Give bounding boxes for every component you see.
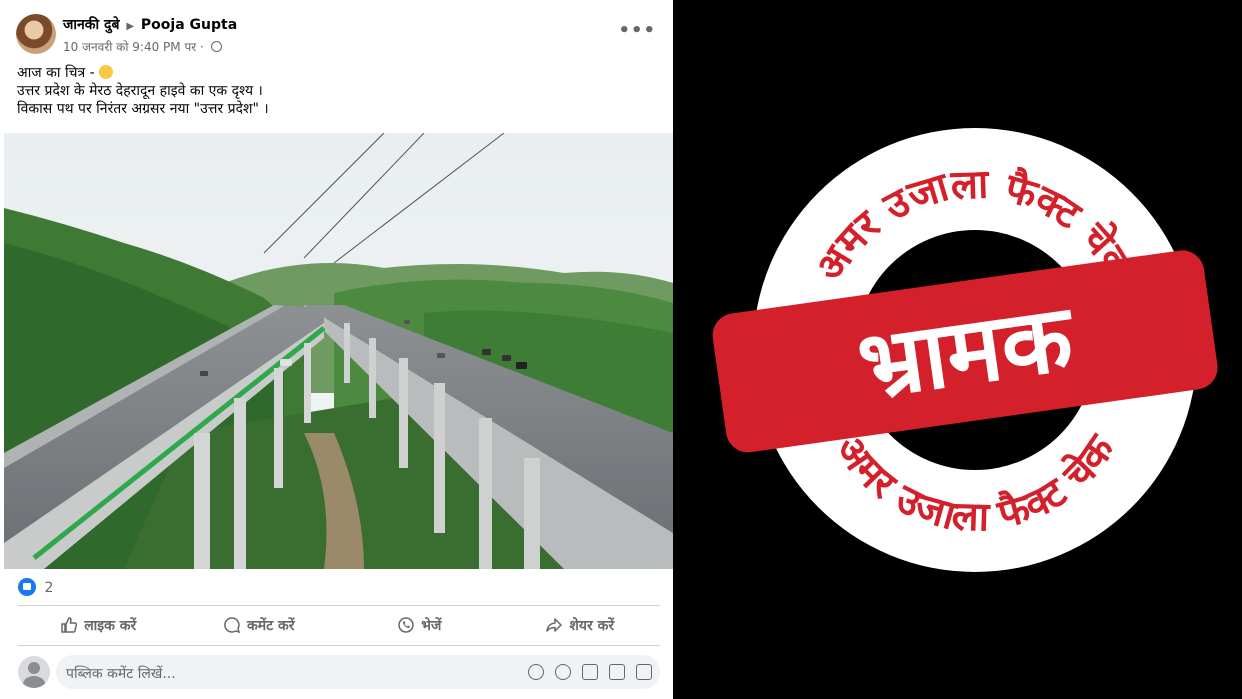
post-text-line: आज का चित्र - (17, 64, 269, 82)
author-line: जानकी दुबे ▶ Pooja Gupta (63, 15, 237, 34)
share-arrow-icon (546, 618, 563, 632)
post-header: जानकी दुबे ▶ Pooja Gupta 10 जनवरी को 9:4… (16, 14, 656, 58)
more-options-icon[interactable]: ••• (618, 20, 656, 41)
comment-label: कमेंट करें (246, 617, 295, 634)
author-avatar[interactable] (16, 14, 56, 54)
globe-icon (210, 41, 222, 52)
user-avatar[interactable] (18, 656, 50, 688)
share-button[interactable]: शेयर करें (500, 608, 661, 642)
sticker-icon[interactable] (636, 664, 652, 680)
divider (18, 605, 660, 606)
shared-to-name[interactable]: Pooja Gupta (141, 17, 237, 33)
post-actions: लाइक करें कमेंट करें भेजें शेयर करें (18, 608, 660, 642)
avatar-sticker-icon[interactable] (528, 664, 544, 680)
highway-photo (4, 133, 673, 569)
post-photo[interactable] (4, 133, 673, 569)
like-label: लाइक करें (84, 617, 137, 634)
whatsapp-icon (398, 617, 414, 633)
stamp-graphic: अमर उजाला फैक्ट चेक अमर उजाला फैक्ट चेक … (712, 128, 1218, 572)
comment-placeholder: पब्लिक कमेंट लिखें... (66, 666, 176, 682)
post-meta: 10 जनवरी को 9:40 PM पर · (63, 38, 222, 55)
like-reaction-icon (18, 578, 36, 596)
reaction-count: 2 (44, 580, 54, 596)
post-text-line: उत्तर प्रदेश के मेरठ देहरादून हाइवे का ए… (17, 83, 263, 99)
comment-composer: पब्लिक कमेंट लिखें... (18, 655, 660, 689)
fact-check-stamp: अमर उजाला फैक्ट चेक अमर उजाला फैक्ट चेक … (705, 120, 1225, 580)
divider (18, 645, 660, 646)
comment-button[interactable]: कमेंट करें (179, 608, 340, 642)
post-text: आज का चित्र - उत्तर प्रदेश के मेरठ देहरा… (17, 64, 269, 118)
send-label: भेजें (421, 617, 442, 634)
camera-icon[interactable] (582, 664, 598, 680)
comment-bubble-icon (224, 617, 241, 634)
reaction-summary[interactable]: 2 (18, 578, 53, 598)
like-button[interactable]: लाइक करें (18, 608, 179, 642)
post-timestamp[interactable]: 10 जनवरी को 9:40 PM पर · (63, 40, 204, 54)
comment-input[interactable]: पब्लिक कमेंट लिखें... (56, 655, 660, 689)
post-text-line: विकास पथ पर निरंतर अग्रसर नया "उत्तर प्र… (17, 101, 269, 117)
shared-arrow-icon: ▶ (126, 21, 135, 32)
gif-icon[interactable] (609, 664, 625, 680)
thumbs-up-icon (61, 617, 78, 633)
send-button[interactable]: भेजें (339, 608, 500, 642)
share-label: शेयर करें (569, 617, 615, 634)
author-name[interactable]: जानकी दुबे (63, 17, 119, 33)
astonished-emoji-icon (99, 65, 114, 79)
facebook-post: जानकी दुबे ▶ Pooja Gupta 10 जनवरी को 9:4… (0, 0, 673, 699)
emoji-icon[interactable] (555, 664, 571, 680)
comment-tools (528, 664, 652, 680)
